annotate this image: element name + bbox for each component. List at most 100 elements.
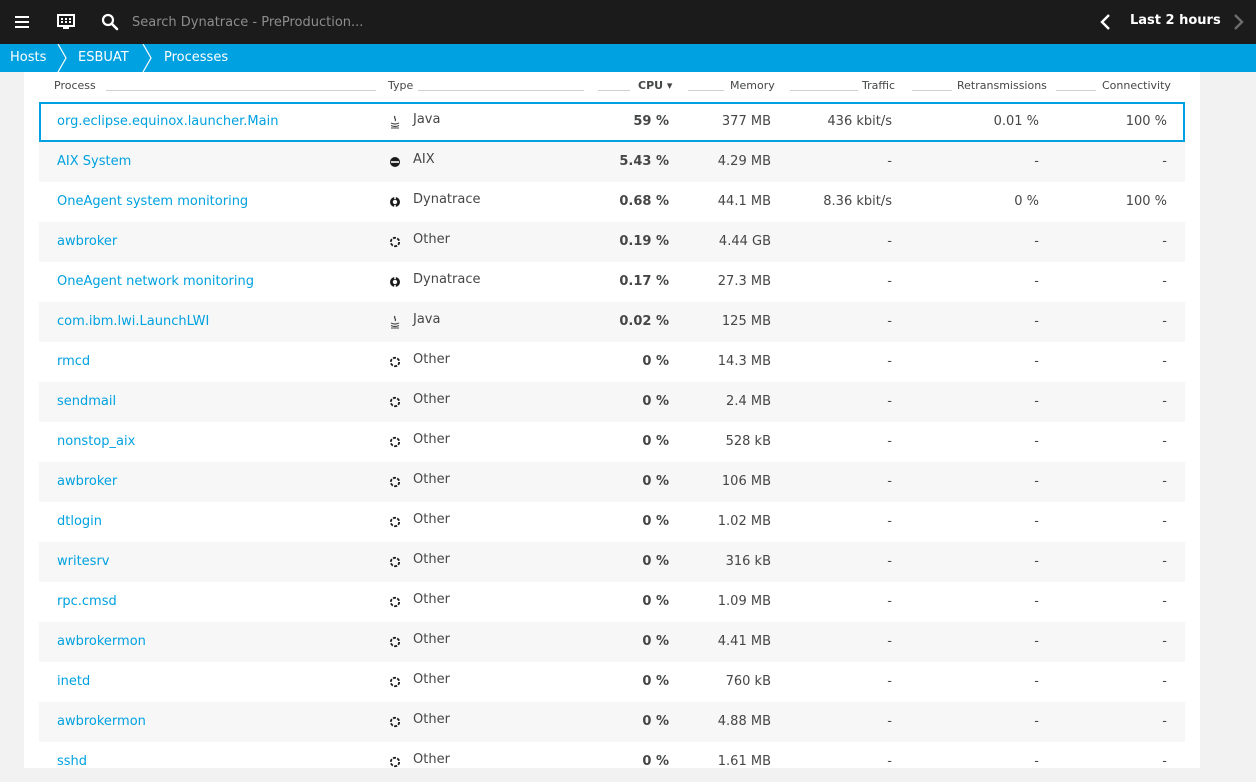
process-type: Other xyxy=(413,232,450,247)
table-row[interactable]: com.ibm.lwi.LaunchLWI Java 0.02 % 125 MB - - - xyxy=(39,302,1185,342)
cpu-value: 0 % xyxy=(642,634,669,649)
connectivity-value: - xyxy=(1162,274,1167,289)
process-type: Java xyxy=(413,312,441,327)
retransmissions-value: - xyxy=(1034,394,1039,409)
process-name-link[interactable]: rpc.cmsd xyxy=(57,594,117,609)
breadcrumb-processes[interactable]: Processes xyxy=(164,44,228,72)
table-row[interactable]: sshd Other 0 % 1.61 MB - - - xyxy=(39,742,1185,782)
table-row[interactable]: dtlogin Other 0 % 1.02 MB - - - xyxy=(39,502,1185,542)
process-name-link[interactable]: rmcd xyxy=(57,354,90,369)
cpu-value: 0 % xyxy=(642,514,669,529)
table-row[interactable]: sendmail Other 0 % 2.4 MB - - - xyxy=(39,382,1185,422)
breadcrumb-separator-icon xyxy=(57,44,67,72)
retransmissions-value: - xyxy=(1034,514,1039,529)
process-name-link[interactable]: awbroker xyxy=(57,234,117,249)
connectivity-value: 100 % xyxy=(1125,114,1167,129)
connectivity-value: - xyxy=(1162,594,1167,609)
process-type: Other xyxy=(413,512,450,527)
connectivity-value: - xyxy=(1162,314,1167,329)
breadcrumb-separator-icon xyxy=(142,44,152,72)
table-row[interactable]: writesrv Other 0 % 316 kB - - - xyxy=(39,542,1185,582)
process-type: Other xyxy=(413,712,450,727)
table-row[interactable]: rmcd Other 0 % 14.3 MB - - - xyxy=(39,342,1185,382)
process-type: Other xyxy=(413,752,450,767)
process-name-link[interactable]: writesrv xyxy=(57,554,110,569)
column-header-cpu[interactable]: CPU ▾ xyxy=(638,79,672,92)
process-type: Other xyxy=(413,552,450,567)
traffic-value: - xyxy=(887,554,892,569)
connectivity-value: - xyxy=(1162,714,1167,729)
memory-value: 1.02 MB xyxy=(717,514,771,529)
memory-value: 44.1 MB xyxy=(717,194,771,209)
search-input[interactable] xyxy=(124,10,544,34)
connectivity-value: - xyxy=(1162,554,1167,569)
timeframe-selector[interactable]: Last 2 hours xyxy=(1130,13,1221,28)
process-type: Java xyxy=(413,112,441,127)
connectivity-value: - xyxy=(1162,154,1167,169)
process-name-link[interactable]: sshd xyxy=(57,754,87,769)
retransmissions-value: 0.01 % xyxy=(993,114,1039,129)
retransmissions-value: - xyxy=(1034,474,1039,489)
memory-value: 4.44 GB xyxy=(718,234,771,249)
process-name-link[interactable]: com.ibm.lwi.LaunchLWI xyxy=(57,314,209,329)
table-row[interactable]: AIX System AIX 5.43 % 4.29 MB - - - xyxy=(39,142,1185,182)
search-icon[interactable] xyxy=(100,12,120,32)
table-row[interactable]: awbroker Other 0.19 % 4.44 GB - - - xyxy=(39,222,1185,262)
process-name-link[interactable]: dtlogin xyxy=(57,514,102,529)
monitor-icon[interactable] xyxy=(56,12,76,32)
table-row[interactable]: awbroker Other 0 % 106 MB - - - xyxy=(39,462,1185,502)
process-name-link[interactable]: AIX System xyxy=(57,154,131,169)
table-row[interactable]: inetd Other 0 % 760 kB - - - xyxy=(39,662,1185,702)
header-divider xyxy=(688,90,724,91)
process-name-link[interactable]: awbroker xyxy=(57,474,117,489)
cpu-value: 0 % xyxy=(642,754,669,769)
process-name-link[interactable]: sendmail xyxy=(57,394,116,409)
column-header-retransmissions[interactable]: Retransmissions xyxy=(957,79,1047,92)
chevron-right-icon[interactable] xyxy=(1228,12,1248,32)
retransmissions-value: 0 % xyxy=(1014,194,1039,209)
column-header-connectivity[interactable]: Connectivity xyxy=(1102,79,1171,92)
process-name-link[interactable]: org.eclipse.equinox.launcher.Main xyxy=(57,114,278,129)
memory-value: 27.3 MB xyxy=(717,274,771,289)
table-row[interactable]: nonstop_aix Other 0 % 528 kB - - - xyxy=(39,422,1185,462)
table-row[interactable]: rpc.cmsd Other 0 % 1.09 MB - - - xyxy=(39,582,1185,622)
chevron-left-icon[interactable] xyxy=(1096,12,1116,32)
memory-value: 316 kB xyxy=(725,554,771,569)
connectivity-value: - xyxy=(1162,434,1167,449)
breadcrumb-hosts[interactable]: Hosts xyxy=(10,44,46,72)
process-type: Other xyxy=(413,432,450,447)
retransmissions-value: - xyxy=(1034,154,1039,169)
hamburger-menu-icon[interactable] xyxy=(12,12,32,32)
memory-value: 4.41 MB xyxy=(717,634,771,649)
java-icon xyxy=(388,315,402,329)
memory-value: 1.09 MB xyxy=(717,594,771,609)
process-name-link[interactable]: awbrokermon xyxy=(57,714,146,729)
connectivity-value: - xyxy=(1162,754,1167,769)
cpu-value: 0 % xyxy=(642,394,669,409)
cpu-value: 59 % xyxy=(633,114,669,129)
cpu-value: 5.43 % xyxy=(619,154,669,169)
column-header-type[interactable]: Type xyxy=(388,79,413,92)
process-type: AIX xyxy=(413,152,435,167)
traffic-value: - xyxy=(887,474,892,489)
traffic-value: - xyxy=(887,714,892,729)
table-row[interactable]: org.eclipse.equinox.launcher.Main Java 59 … xyxy=(39,102,1185,142)
process-name-link[interactable]: inetd xyxy=(57,674,90,689)
table-row[interactable]: awbrokermon Other 0 % 4.88 MB - - - xyxy=(39,702,1185,742)
table-row[interactable]: OneAgent network monitoring Dynatrace 0.17… xyxy=(39,262,1185,302)
table-row[interactable]: OneAgent system monitoring Dynatrace 0.68 … xyxy=(39,182,1185,222)
table-row[interactable]: awbrokermon Other 0 % 4.41 MB - - - xyxy=(39,622,1185,662)
traffic-value: 8.36 kbit/s xyxy=(823,194,892,209)
column-header-process[interactable]: Process xyxy=(54,79,96,92)
retransmissions-value: - xyxy=(1034,434,1039,449)
other-process-icon xyxy=(388,515,402,529)
cpu-value: 0.17 % xyxy=(619,274,669,289)
process-name-link[interactable]: OneAgent system monitoring xyxy=(57,194,248,209)
process-name-link[interactable]: OneAgent network monitoring xyxy=(57,274,254,289)
column-header-memory[interactable]: Memory xyxy=(730,79,775,92)
process-name-link[interactable]: nonstop_aix xyxy=(57,434,135,449)
column-header-traffic[interactable]: Traffic xyxy=(862,79,895,92)
process-name-link[interactable]: awbrokermon xyxy=(57,634,146,649)
breadcrumb-host-esbuat[interactable]: ESBUAT xyxy=(78,44,129,72)
traffic-value: - xyxy=(887,234,892,249)
